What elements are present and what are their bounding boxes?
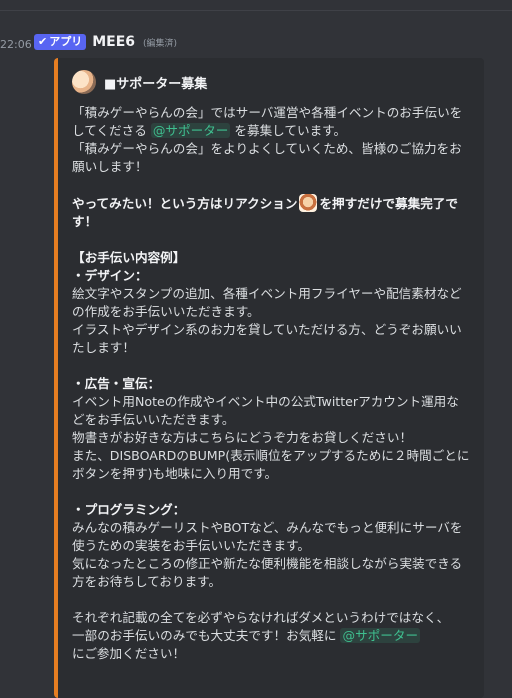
embed-card: ■サポーター募集 「積みゲーやらんの会」ではサーバ運営や各種イベントのお手伝いを…: [54, 58, 484, 698]
username[interactable]: MEE6: [92, 34, 135, 50]
design-line: イラストやデザイン系のお力を貸していただける方、どうぞお願いいたします！: [72, 322, 462, 355]
ad-line: イベント用Noteの作成やイベント中の公式Twitterアカウント運用などをお手…: [72, 394, 459, 427]
prog-line: 気になったところの修正や新たな便利機能を相談しながら実装できる方をお待ちしており…: [72, 556, 463, 589]
ad-line: 物書きがお好きな方はこちらにどうぞ力をお貸しください！: [72, 430, 413, 445]
text: やってみたい！という方はリアクション: [72, 196, 298, 211]
ad-heading: ・広告・宣伝：: [72, 376, 161, 391]
text: 一部のお手伝いのみでも大丈夫です！お気軽に: [72, 628, 341, 643]
paragraph-intro: 「積みゲーやらんの会」ではサーバ運営や各種イベントのお手伝いをしてくださる @サ…: [72, 104, 470, 140]
embed-title: ■サポーター募集: [104, 76, 208, 92]
app-badge: ✔ アプリ: [34, 34, 87, 50]
app-badge-label: アプリ: [49, 35, 83, 48]
message-timestamp: 22:06: [0, 38, 32, 51]
design-heading: ・デザイン：: [72, 268, 148, 283]
embed-description: 「積みゲーやらんの会」ではサーバ運営や各種イベントのお手伝いをしてくださる @サ…: [72, 104, 470, 663]
ad-line: また、DISBOARDのBUMP(表示順位をアップするために２時間ごとにボタンを…: [72, 448, 470, 481]
design-line: 絵文字やスタンプの追加、各種イベント用フライヤーや配信素材などの作成をお手伝いい…: [72, 286, 462, 319]
reaction-emoji-icon: [299, 194, 318, 212]
embed-author: ■サポーター募集: [72, 70, 470, 94]
paragraph-request: 「積みゲーやらんの会」をよりよくしていくため、皆様のご協力をお願いします！: [72, 141, 462, 174]
prog-line: みんなの積みゲーリストやBOTなど、みんなでもっと便利にサーバを使うための実装を…: [72, 520, 463, 553]
text: にご参加ください！: [72, 646, 186, 661]
closing-line: 一部のお手伝いのみでも大丈夫です！お気軽に @サポーターにご参加ください！: [72, 627, 470, 663]
prog-heading: ・プログラミング：: [72, 502, 186, 517]
avatar-icon: [72, 70, 96, 94]
message-header: ✔ アプリ MEE6 (編集済): [34, 34, 177, 50]
text: を募集しています。: [230, 123, 347, 138]
role-mention[interactable]: @サポーター: [340, 628, 421, 643]
section-title: 【お手伝い内容例】: [72, 250, 186, 265]
role-mention[interactable]: @サポーター: [150, 123, 231, 138]
chat-message: 22:06 ✔ アプリ MEE6 (編集済) ■サポーター募集 「積みゲーやらん…: [0, 0, 512, 698]
check-icon: ✔: [38, 35, 48, 48]
edited-label: (編集済): [143, 38, 178, 49]
paragraph-reaction: やってみたい！という方はリアクション を押すだけで募集完了です！: [72, 194, 470, 231]
closing-line: それぞれ記載の全てを必ずやらなければダメというわけではなく、: [72, 610, 450, 625]
